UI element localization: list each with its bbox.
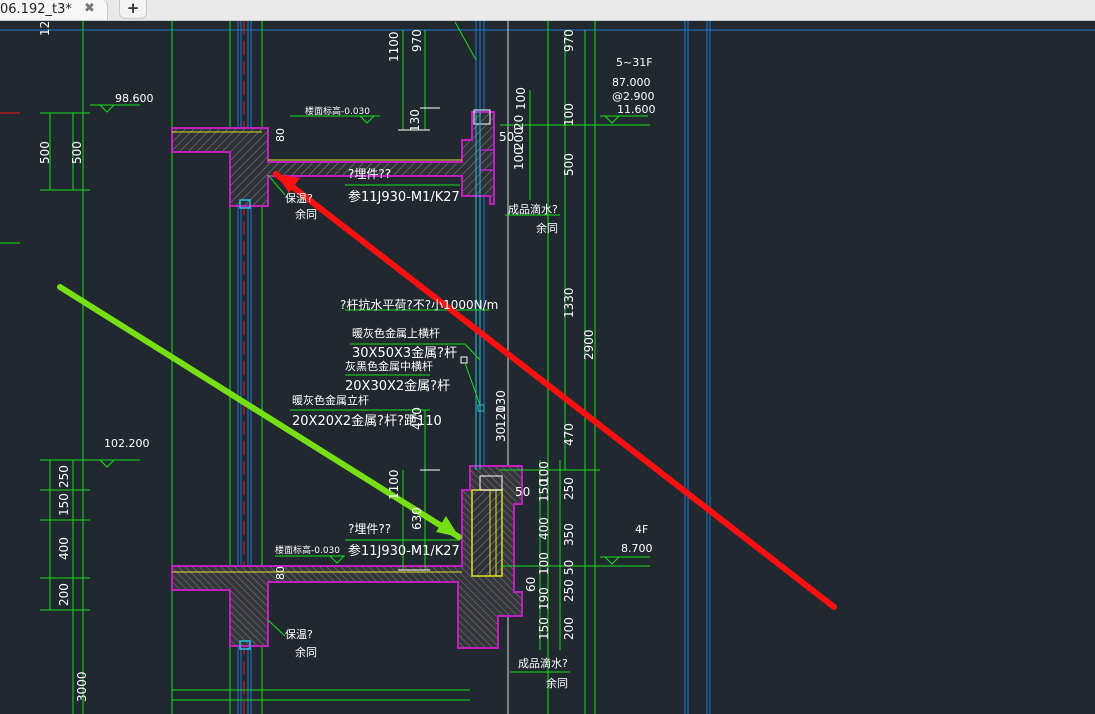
drip-note-lower: 成品滴水? [518,656,568,670]
dim-text: 100 [514,87,528,110]
dim-text: 1100 [387,31,401,62]
dim-text: 250 [57,465,71,488]
tab-bar: 06.192_t3* ✖ + [0,0,1095,21]
tab-title: 06.192_t3* [0,2,72,17]
same-note-lower: 余同 [295,645,317,659]
same-note-upper: 余同 [295,207,317,221]
new-tab-button[interactable]: + [119,0,147,19]
dim-text: 190 [537,587,551,610]
rail-post-name: 暖灰色金属立杆 [292,393,369,407]
rail-top-name: 暖灰色金属上横杆 [352,326,440,340]
dim-text: 12 [38,21,52,36]
level-8700: 8.700 [621,542,653,555]
floor-4f-label: 4F [635,523,648,536]
insulation-note-upper: 保温? [285,191,313,205]
tab-drawing[interactable]: 06.192_t3* ✖ [0,0,108,20]
embed-note-upper: ?埋件?? [348,167,391,181]
dim-text: 1330 [562,287,576,318]
drawing-canvas[interactable]: 98.600 102.200 5~31F 87.000 @2.900 11.60… [0,21,1095,714]
level-step: @2.900 [612,90,655,103]
dim-text: 470 [410,407,424,430]
drip-same-lower: 余同 [546,676,568,690]
rail-top-size: 30X50X3金属?杆 [352,345,457,361]
rail-mid-name: 灰黑色金属中横杆 [345,359,433,373]
dim-text: 970 [410,29,424,52]
dim-text: 150 [57,493,71,516]
insulation-note-lower: 保温? [285,627,313,641]
dim-text: 250 [562,477,576,500]
dim-text: 500 [562,153,576,176]
dim-text: 150 [537,617,551,640]
drip-same-upper: 余同 [536,221,558,235]
ref-note-upper: 参11J930-M1/K27 [348,189,460,205]
dim-text: 470 [562,423,576,446]
level-102200: 102.200 [104,437,150,450]
dim-text: 970 [562,29,576,52]
drawing-svg[interactable]: 98.600 102.200 5~31F 87.000 @2.900 11.60… [0,21,1095,714]
dim-text: 60 [524,577,538,592]
dim-text: 630 [410,507,424,530]
level-98600: 98.600 [115,92,154,105]
dim-text: 200 [57,583,71,606]
floor-elevation-upper: 楼面标高-0.030 [305,105,370,117]
drip-note-upper: 成品滴水? [508,202,558,216]
close-icon[interactable]: ✖ [84,1,95,16]
dim-text: 2900 [582,329,596,360]
embed-note-lower: ?埋件?? [348,522,391,536]
dim-text: 50 [515,485,530,499]
dim-text: 80 [274,566,287,580]
dim-text: 1100 [387,469,401,500]
level-87000: 87.000 [612,76,651,89]
dim-text: 500 [70,141,84,164]
dim-text: 500 [38,141,52,164]
dim-text: 100 [562,103,576,126]
floor-elevation-lower: 楼面标高-0.030 [275,544,340,556]
dim-text: 400 [537,517,551,540]
ref-note-lower: 参11J930-M1/K27 [348,543,460,559]
cad-app-window: 06.192_t3* ✖ + 98.600 102.200 5~31F 87.0… [0,0,1095,714]
dim-text: 150 [537,479,551,502]
dim-text: 250 [562,579,576,602]
dim-text: 400 [57,537,71,560]
dim-text: 130 [408,109,422,132]
dim-text: 30 [494,427,508,442]
dim-text: 350 [562,523,576,546]
dim-text: 80 [274,128,287,142]
dim-text: 50 [499,130,514,144]
rail-mid-size: 20X30X2金属?杆 [345,378,450,394]
level-11600: 11.600 [617,103,656,116]
dim-text: 120 [494,405,508,428]
dim-text: 100 [537,552,551,575]
dim-text: 50 [562,560,576,575]
railing-load-note: ?杆抗水平荷?不?小1000N/m [340,297,498,312]
dim-text: 200 [562,617,576,640]
floor-range-label: 5~31F [616,56,653,69]
dim-text: 3000 [75,671,89,702]
dim-text: 20 [512,115,526,130]
